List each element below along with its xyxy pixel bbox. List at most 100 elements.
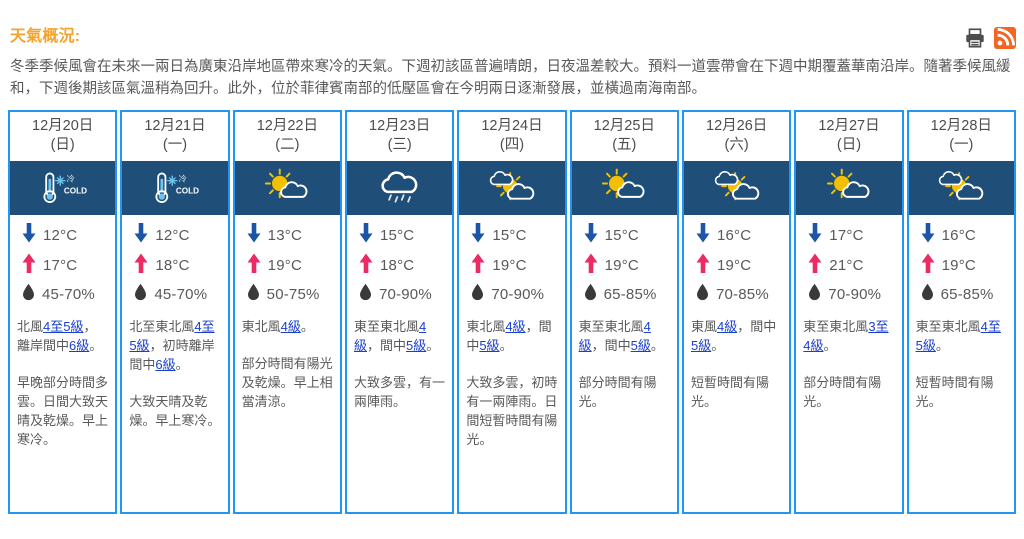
date-label: 12月25日 xyxy=(593,118,655,134)
humidity-row: 65-85% xyxy=(909,279,1014,307)
max-temperature-value: 19°C xyxy=(941,256,976,274)
wind-text: ，間中 xyxy=(591,338,631,353)
wind-text: 。 xyxy=(300,319,314,334)
max-temperature-row: 19°C xyxy=(235,249,340,279)
arrow-up-icon xyxy=(247,253,261,277)
wind-force-link[interactable]: 5級 xyxy=(406,338,426,353)
wind-text: 東北風 xyxy=(241,319,281,334)
arrow-up-icon xyxy=(134,253,148,277)
water-drop-icon xyxy=(471,283,484,305)
date-label: 12月20日 xyxy=(32,118,94,134)
humidity-row: 70-90% xyxy=(796,279,901,307)
arrow-down-icon xyxy=(696,223,710,247)
cloud-rain-icon xyxy=(368,168,432,208)
wind-description: 東北風4級，間中5級。 xyxy=(459,307,564,355)
wind-force-link[interactable]: 4級 xyxy=(281,319,301,334)
wind-force-link[interactable]: 5級 xyxy=(631,338,651,353)
wind-force-link[interactable]: 6級 xyxy=(155,357,175,372)
wind-text: 。 xyxy=(499,338,513,353)
forecast-day-column: 12月27日 (日) 17°C 21°C 70-90% 東至東北風3至4級。 部分時間有陽光… xyxy=(794,110,904,514)
wind-text: 北風 xyxy=(17,319,44,334)
wind-text: 東至東北風 xyxy=(353,319,419,334)
min-temperature-row: 16°C xyxy=(684,215,789,249)
max-temperature-value: 17°C xyxy=(43,256,78,274)
wind-force-link[interactable]: 4級 xyxy=(717,319,737,334)
cloudy-sunny-intervals-icon xyxy=(705,168,769,208)
water-drop-icon xyxy=(696,283,709,305)
forecast-day-column: 12月26日 (六) 16°C 19°C 70-85% 東風4級，間中 5級。 短暫時間有陽光… xyxy=(681,110,792,514)
max-temperature-value: 19°C xyxy=(492,256,527,274)
water-drop-icon xyxy=(584,283,597,305)
weather-description: 部分時間有陽光。 xyxy=(803,375,882,409)
wind-description: 東風4級，間中 5級。 xyxy=(684,307,789,355)
forecast-day-column: 12月24日 (四) 15°C 19°C 70-90% 東北風4級，間中5級。 大致多雲，初… xyxy=(457,110,567,514)
min-temperature-value: 15°C xyxy=(492,226,527,244)
svg-text:冷: 冷 xyxy=(179,174,187,184)
humidity-value: 45-70% xyxy=(42,285,95,303)
humidity-row: 45-70% xyxy=(10,279,115,307)
sunny-periods-icon xyxy=(817,168,881,208)
wind-force-link[interactable]: 6級 xyxy=(69,338,89,353)
wind-description: 北至東北風4至5級，初時離岸間中6級。 xyxy=(122,307,227,374)
min-temperature-row: 15°C xyxy=(572,215,677,249)
humidity-value: 65-85% xyxy=(603,285,657,303)
forecast-date: 12月28日 (一) xyxy=(908,112,1014,161)
water-drop-icon xyxy=(808,283,821,305)
cold-thermometer-icon: 冷 COLD xyxy=(143,168,207,208)
forecast-day-column: 12月25日 (五) 15°C 19°C 65-85% 東至東北風4級，間中5級。 部分時間… xyxy=(569,110,679,514)
weather-forecast-page: 天氣概況: 冬季季候風會在未來一兩日為廣東沿岸地區帶來寒冷的天氣。下週初該區普遍… xyxy=(0,0,1024,539)
wind-force-link[interactable]: 5級 xyxy=(691,338,711,353)
wind-description: 東至東北風4級，間中5級。 xyxy=(572,307,677,355)
forecast-date: 12月24日 (四) xyxy=(459,112,565,161)
date-label: 12月27日 xyxy=(818,118,880,134)
water-drop-icon xyxy=(921,283,934,305)
wind-text: 。 xyxy=(89,338,103,353)
arrow-down-icon xyxy=(247,223,261,247)
wind-text: 。 xyxy=(823,338,837,353)
max-temperature-value: 18°C xyxy=(155,256,190,274)
rss-icon[interactable] xyxy=(994,27,1016,49)
wind-text: ，間中 xyxy=(367,338,407,353)
min-temperature-value: 16°C xyxy=(716,226,752,244)
weekday-label: (六) xyxy=(724,137,749,153)
weather-description: 早晚部分時間多雲。日間大致天晴及乾燥。早上寒冷。 xyxy=(17,375,109,447)
max-temperature-value: 21°C xyxy=(829,256,864,274)
weekday-label: (三) xyxy=(387,137,412,153)
wind-force-link[interactable]: 5級 xyxy=(479,338,499,353)
svg-text:COLD: COLD xyxy=(176,186,199,195)
humidity-row: 50-75% xyxy=(235,279,340,307)
wind-description: 北風4至5級，離岸間中6級。 xyxy=(10,307,115,355)
wind-text: 。 xyxy=(711,338,725,353)
cloudy-sunny-intervals-icon xyxy=(929,168,993,208)
arrow-down-icon xyxy=(134,223,148,247)
wind-force-link[interactable]: 4級 xyxy=(505,319,525,334)
arrow-up-icon xyxy=(471,253,485,277)
date-label: 12月21日 xyxy=(144,118,206,134)
forecast-date: 12月20日 (日) xyxy=(10,112,116,161)
wind-description: 東至東北風3至4級。 xyxy=(796,307,901,355)
nine-day-forecast-strip: 12月20日 (日) 冷 COLD 12°C 17°C 45-70% 北風4至5級，離岸間中6… xyxy=(6,100,1018,514)
forecast-day-column: 12月21日 (一) 冷 COLD 12°C 18°C 45-70% 北至東北風4至5級，初時… xyxy=(120,110,230,514)
wind-force-link[interactable]: 4至5級 xyxy=(43,319,83,334)
wind-text: 東至東北風 xyxy=(915,319,981,334)
weather-description: 短暫時間有陽光。 xyxy=(915,375,994,409)
date-label: 12月28日 xyxy=(930,118,992,134)
arrow-up-icon xyxy=(359,253,373,277)
arrow-up-icon xyxy=(808,253,822,277)
humidity-value: 50-75% xyxy=(266,285,320,303)
min-temperature-row: 16°C xyxy=(909,215,1014,249)
wind-text: 。 xyxy=(426,338,440,353)
date-label: 12月22日 xyxy=(256,118,318,134)
printer-icon[interactable] xyxy=(964,27,986,49)
date-label: 12月24日 xyxy=(481,118,543,134)
sunny-periods-icon xyxy=(592,168,656,208)
humidity-row: 70-90% xyxy=(459,279,564,307)
page-action-icons xyxy=(964,27,1016,49)
forecast-date: 12月25日 (五) xyxy=(571,112,677,161)
wind-text: 東北風 xyxy=(466,319,506,334)
overview-text: 冬季季候風會在未來一兩日為廣東沿岸地區帶來寒冷的天氣。下週初該區普遍晴朗，日夜溫… xyxy=(10,59,1011,97)
arrow-down-icon xyxy=(471,223,485,247)
min-temperature-row: 12°C xyxy=(10,215,115,249)
humidity-value: 70-90% xyxy=(491,285,545,303)
weather-icon-band xyxy=(571,161,677,215)
